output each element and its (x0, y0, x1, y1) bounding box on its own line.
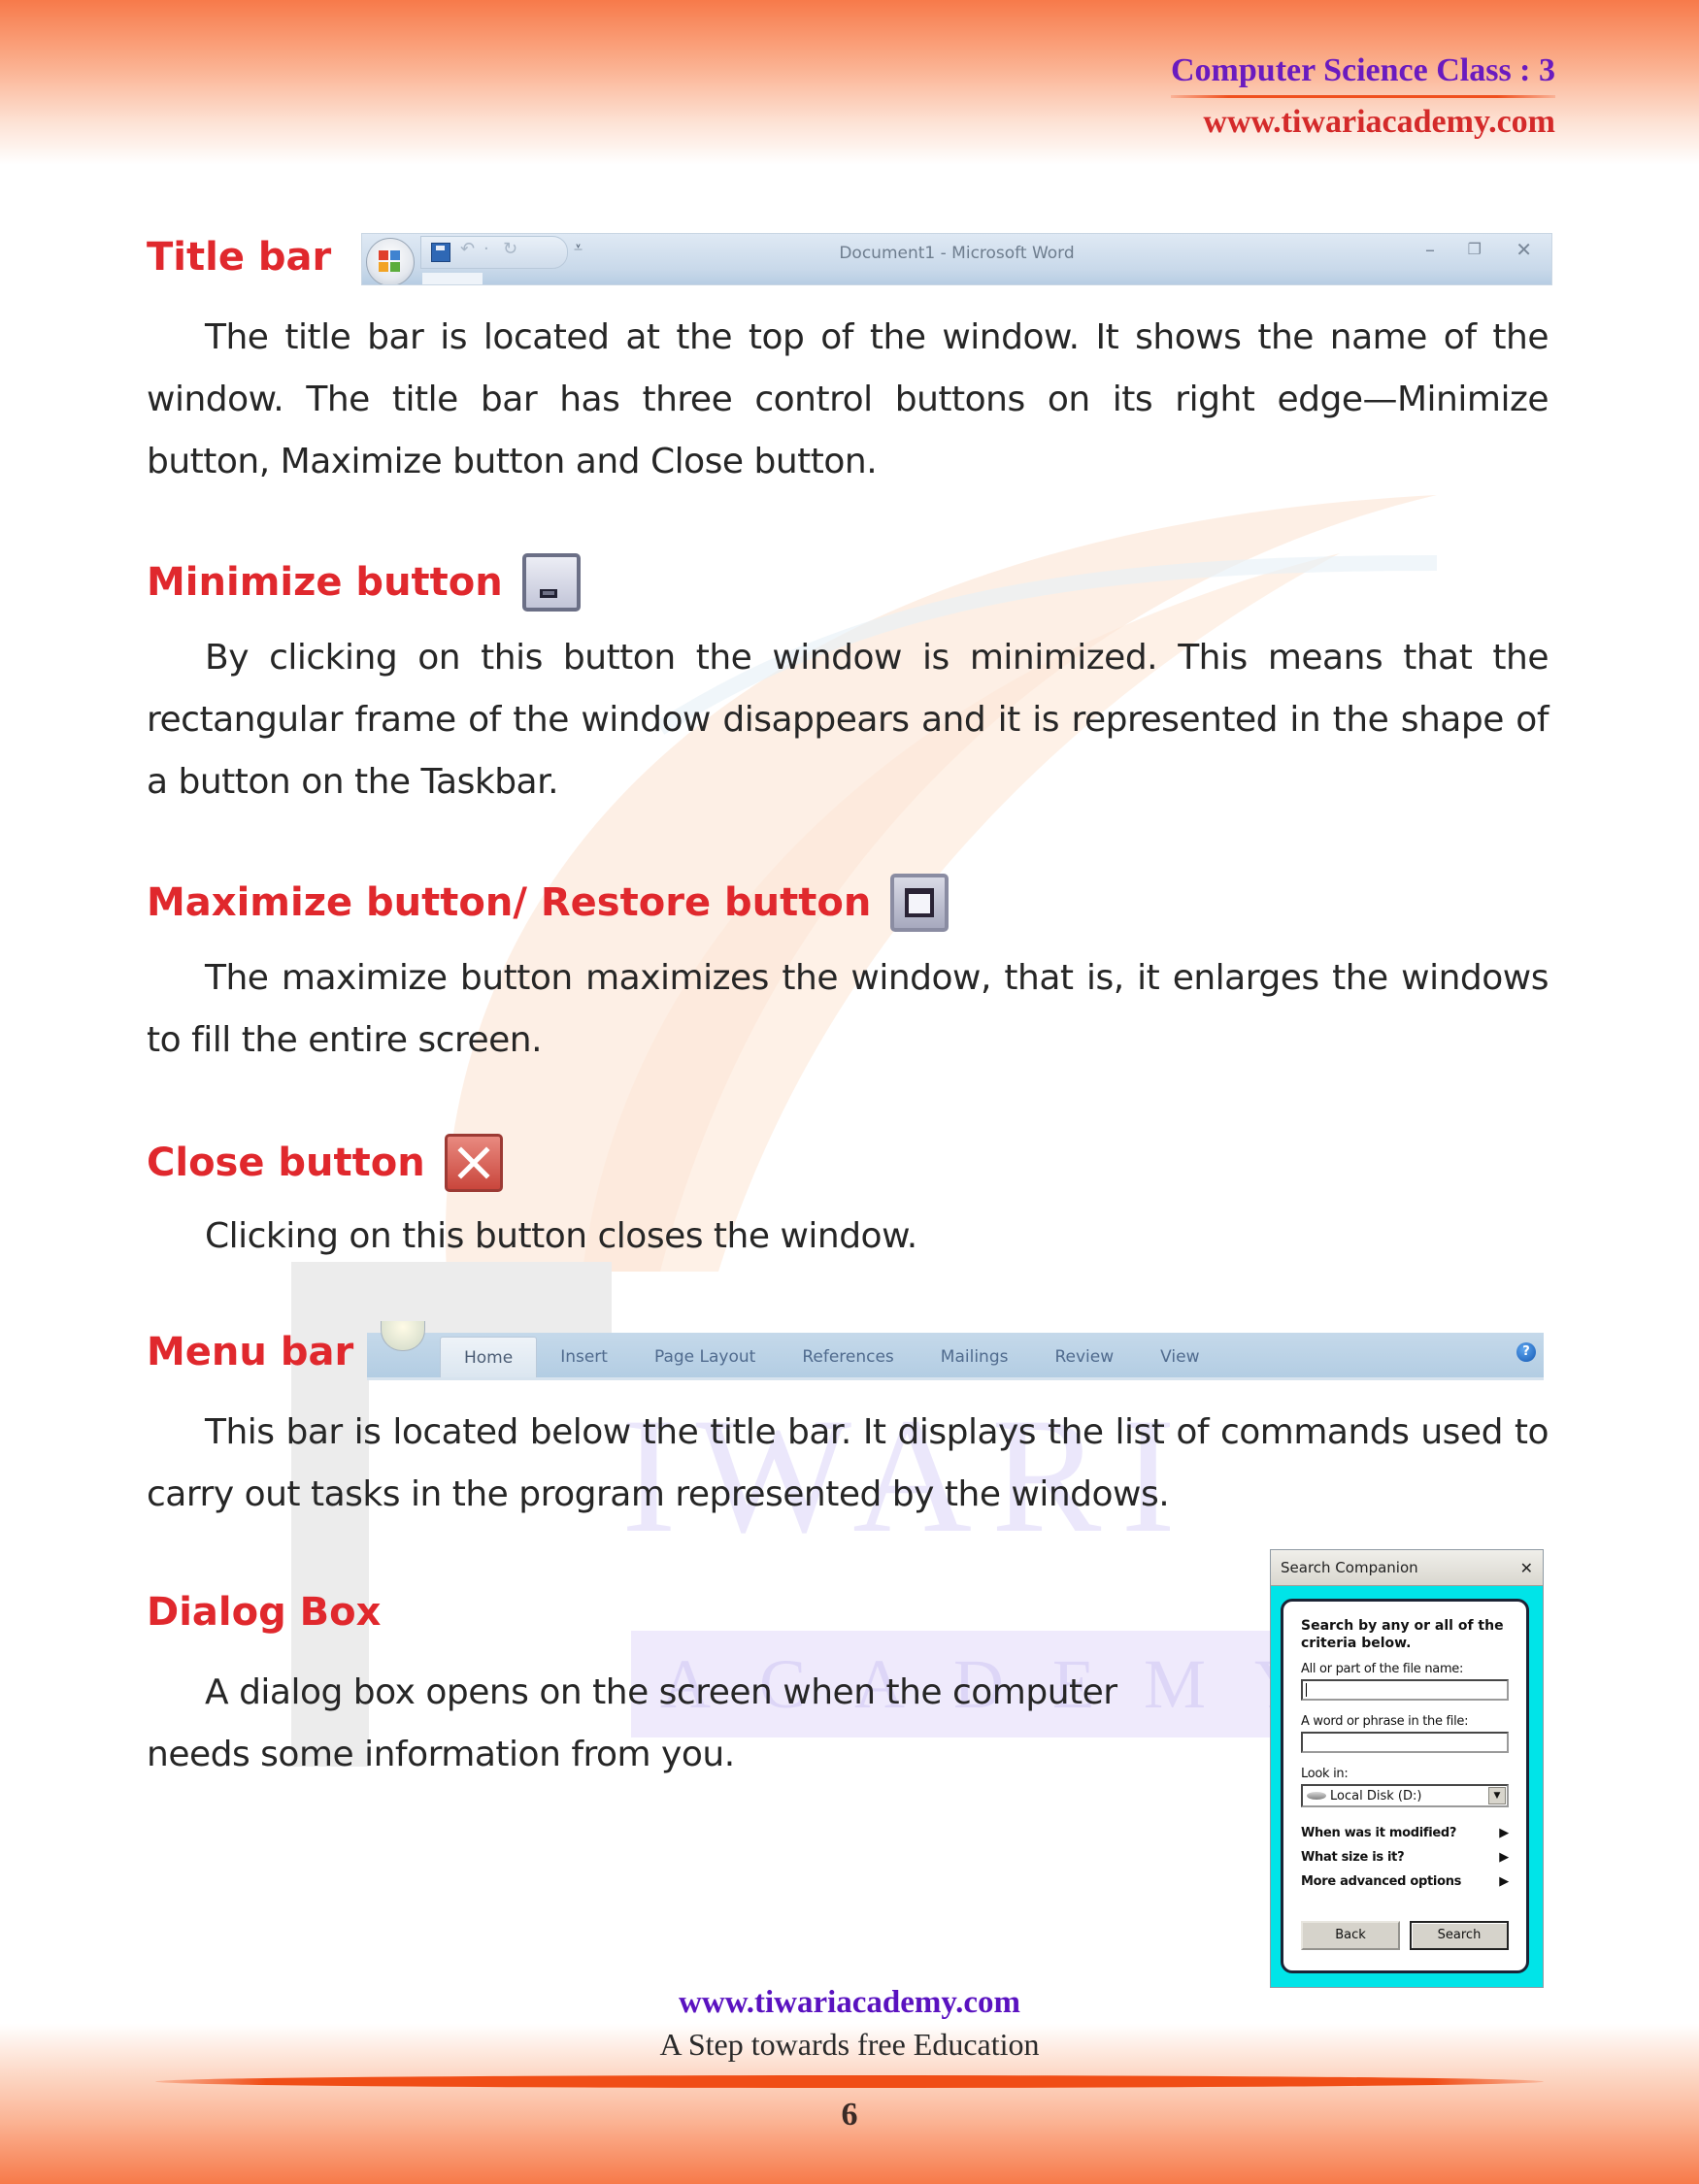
text-caret (1306, 1683, 1307, 1697)
phrase-input[interactable] (1301, 1732, 1509, 1753)
dialog-title-bar: Search Companion ✕ (1271, 1550, 1543, 1586)
section-heading-title-bar: Title bar (147, 235, 331, 280)
heading-text: Close button (147, 1141, 425, 1185)
footer-website-link[interactable]: www.tiwariacademy.com (0, 1985, 1699, 2021)
footer-divider (155, 2075, 1544, 2088)
tab-mailings[interactable]: Mailings (917, 1337, 1032, 1377)
search-button[interactable]: Search (1410, 1921, 1509, 1950)
heading-text: Title bar (147, 235, 332, 280)
heading-text: Menu bar (147, 1330, 354, 1374)
tab-view[interactable]: View (1137, 1337, 1222, 1377)
expand-arrow-icon: ▶ (1499, 1874, 1509, 1889)
section-heading-maximize: Maximize button/ Restore button (147, 874, 949, 932)
phrase-label: A word or phrase in the file: (1301, 1714, 1469, 1729)
window-title: Document1 - Microsoft Word (839, 244, 1075, 263)
look-in-value: Local Disk (D:) (1330, 1788, 1422, 1803)
tab-stub (422, 273, 483, 284)
ribbon-tabs: Home Insert Page Layout References Maili… (440, 1337, 1222, 1377)
section-heading-minimize: Minimize button (147, 553, 581, 612)
tab-insert[interactable]: Insert (537, 1337, 631, 1377)
section-heading-menu-bar: Menu bar (147, 1330, 353, 1374)
option-when-modified[interactable]: When was it modified? ▶ (1301, 1821, 1509, 1845)
tab-page-layout[interactable]: Page Layout (631, 1337, 779, 1377)
page-header: Computer Science Class : 3 www.tiwariaca… (1171, 49, 1555, 143)
menu-bar-description: This bar is located below the title bar.… (147, 1412, 1549, 1514)
close-icon[interactable]: ✕ (1520, 1559, 1533, 1577)
file-name-label: All or part of the file name: (1301, 1662, 1464, 1676)
minimize-button-icon (521, 553, 581, 612)
option-size[interactable]: What size is it? ▶ (1301, 1845, 1509, 1870)
minimize-icon[interactable]: – (1425, 238, 1435, 261)
maximize-button-icon (890, 874, 949, 932)
search-companion-dialog: Search Companion ✕ Search by any or all … (1270, 1549, 1544, 1988)
office-button-icon[interactable] (381, 1321, 425, 1351)
tab-references[interactable]: References (779, 1337, 916, 1377)
minimize-description: By clicking on this button the window is… (147, 638, 1549, 802)
heading-text: Dialog Box (147, 1590, 382, 1635)
option-label: When was it modified? (1301, 1826, 1457, 1840)
close-button-icon (444, 1134, 503, 1192)
expand-arrow-icon: ▶ (1499, 1826, 1509, 1840)
option-label: More advanced options (1301, 1874, 1462, 1889)
disk-drive-icon (1307, 1792, 1326, 1800)
option-label: What size is it? (1301, 1850, 1405, 1865)
chevron-down-icon[interactable]: ▼ (1488, 1787, 1506, 1804)
header-website-link[interactable]: www.tiwariacademy.com (1171, 102, 1555, 143)
maximize-description: The maximize button maximizes the window… (147, 958, 1549, 1060)
look-in-select[interactable]: Local Disk (D:) ▼ (1301, 1784, 1509, 1807)
section-heading-dialog-box: Dialog Box (147, 1590, 381, 1635)
title-bar-description: The title bar is located at the top of t… (147, 317, 1549, 481)
option-advanced[interactable]: More advanced options ▶ (1301, 1870, 1509, 1894)
file-name-input[interactable] (1301, 1679, 1509, 1701)
close-description: Clicking on this button closes the windo… (205, 1216, 917, 1256)
close-icon[interactable]: ✕ (1516, 238, 1532, 261)
heading-text: Minimize button (147, 560, 503, 605)
dialog-body: Search by any or all of the criteria bel… (1281, 1599, 1529, 1973)
dialog-instructions: Search by any or all of the criteria bel… (1301, 1618, 1504, 1651)
watermark-leaf-icon (445, 495, 1437, 1272)
class-label: Computer Science Class : 3 (1171, 52, 1555, 88)
tab-review[interactable]: Review (1031, 1337, 1137, 1377)
tab-home[interactable]: Home (440, 1337, 538, 1377)
dialog-buttons: Back Search (1301, 1921, 1509, 1950)
back-button[interactable]: Back (1301, 1921, 1400, 1950)
footer-tagline: A Step towards free Education (659, 2027, 1040, 2062)
help-icon[interactable]: ? (1516, 1342, 1536, 1362)
page-number: 6 (841, 2097, 858, 2133)
restore-icon[interactable]: ❐ (1468, 240, 1482, 258)
title-bar-screenshot: ↶ · ↻ ⩡ Document1 - Microsoft Word – ❐ ✕ (361, 233, 1552, 285)
section-heading-close: Close button (147, 1134, 503, 1192)
header-divider (1171, 95, 1555, 98)
heading-text: Maximize button/ Restore button (147, 880, 872, 925)
look-in-label: Look in: (1301, 1767, 1349, 1781)
dialog-box-description: A dialog box opens on the screen when th… (147, 1672, 1117, 1774)
menu-bar-screenshot: Home Insert Page Layout References Maili… (367, 1321, 1544, 1380)
dialog-title: Search Companion (1281, 1559, 1418, 1576)
expand-arrow-icon: ▶ (1499, 1850, 1509, 1865)
